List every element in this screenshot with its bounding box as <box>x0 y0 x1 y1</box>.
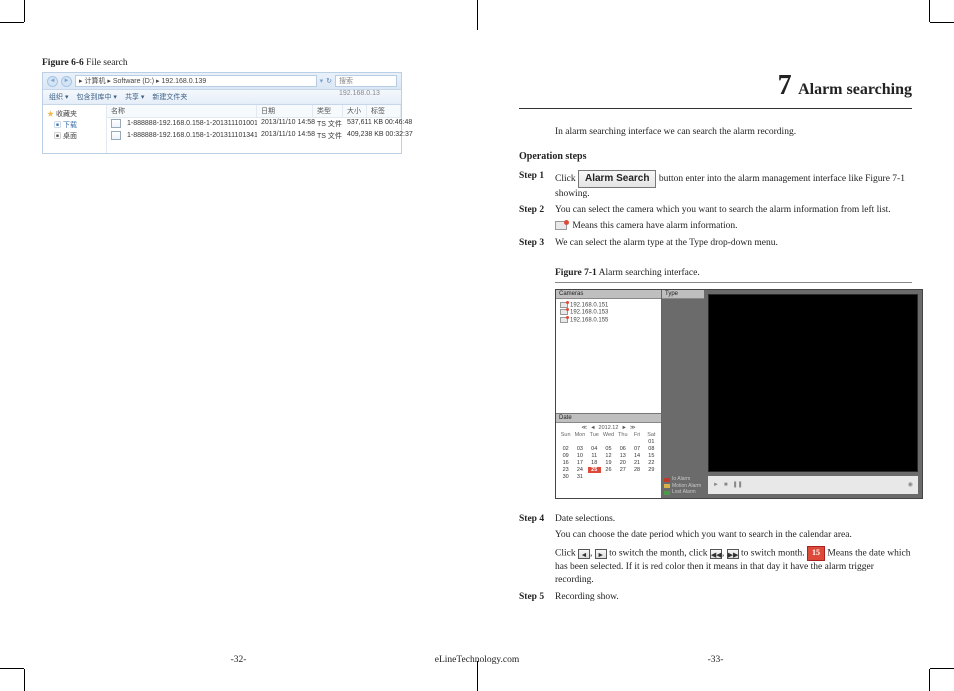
step-2: Step 2 You can select the camera which y… <box>519 204 912 233</box>
file-list-header: 名称 日期 类型 大小 标签 <box>107 105 401 118</box>
date-panel-header: Date <box>556 414 661 423</box>
page-number-right: -33- <box>708 655 724 665</box>
legend-swatch-io <box>664 478 670 482</box>
alarm-interface: Cameras 192.168.0.151 192.168.0.153 192.… <box>555 289 923 499</box>
col-tags[interactable]: 标签 <box>367 105 401 117</box>
playback-controls: ► ■ ❚❚ ◉ <box>708 476 918 494</box>
video-preview <box>708 294 918 472</box>
share-menu[interactable]: 共享 ▾ <box>125 92 144 102</box>
step-4: Step 4 Date selections. You can choose t… <box>519 513 912 587</box>
page-right: 7 Alarm searching In alarm searching int… <box>477 0 954 691</box>
col-name[interactable]: 名称 <box>107 105 257 117</box>
refresh-icon[interactable]: ↻ <box>326 77 332 85</box>
step-3: Step 3 We can select the alarm type at t… <box>519 237 912 250</box>
step-1: Step 1 Click Alarm Search button enter i… <box>519 170 912 200</box>
col-type[interactable]: 类型 <box>313 105 343 117</box>
organize-menu[interactable]: 组织 ▾ <box>49 92 68 102</box>
explorer-sidebar: ★ 收藏夹 ▣ 下载 ▣ 桌面 <box>43 105 107 153</box>
type-panel-header: Type <box>662 290 704 299</box>
file-icon <box>111 119 121 128</box>
heading-rule <box>519 108 912 109</box>
camera-list-header: Cameras <box>556 290 661 299</box>
alarm-search-button[interactable]: Alarm Search <box>578 170 656 188</box>
figure-7-1-caption: Figure 7-1 Alarm searching interface. <box>555 268 912 278</box>
chapter-title: Alarm searching <box>798 81 912 98</box>
selected-date-swatch: 15 <box>807 546 825 561</box>
page-left: Figure 6-6 File search ◄ ► ▸ 计算机 ▸ Softw… <box>0 0 477 691</box>
explorer-nav-bar: ◄ ► ▸ 计算机 ▸ Software (D:) ▸ 192.168.0.13… <box>43 73 401 90</box>
camera-item[interactable]: 192.168.0.153 <box>560 309 657 316</box>
pause-icon[interactable]: ❚❚ <box>733 481 743 488</box>
play-icon[interactable]: ► <box>713 482 719 488</box>
camera-alarm-icon <box>555 221 567 230</box>
chapter-heading: 7 Alarm searching <box>519 70 912 102</box>
cal-prev-month-icon[interactable]: ◄ <box>590 425 595 431</box>
page-number-left: -32- <box>231 655 247 665</box>
figure-6-6-caption: Figure 6-6 File search <box>42 58 435 68</box>
prev-year-icon[interactable]: ◀◀ <box>710 549 722 559</box>
sidebar-downloads[interactable]: ▣ 下载 <box>47 120 102 130</box>
mute-icon[interactable]: ◉ <box>908 481 913 488</box>
step-5: Step 5 Recording show. <box>519 591 912 604</box>
sidebar-desktop[interactable]: ▣ 桌面 <box>47 131 102 141</box>
path-field[interactable]: ▸ 计算机 ▸ Software (D:) ▸ 192.168.0.139 <box>75 75 317 87</box>
file-row[interactable]: 1-888888-192.168.0.158-1-20131110100146.… <box>107 118 401 130</box>
operation-steps-heading: Operation steps <box>519 151 912 162</box>
footer-url: eLineTechnology.com <box>435 655 519 665</box>
calendar: ≪ ◄ 2012.12 ► ≫ SunMonTueWedThuFriSat 01… <box>556 423 661 482</box>
calendar-selected-day[interactable]: 25 <box>588 467 601 473</box>
camera-item[interactable]: 192.168.0.155 <box>560 317 657 324</box>
forward-icon[interactable]: ► <box>61 76 72 87</box>
star-icon: ★ <box>47 111 54 118</box>
sidebar-favorites[interactable]: ★ 收藏夹 <box>47 109 102 119</box>
figure-rule <box>555 282 912 283</box>
new-folder-button[interactable]: 新建文件夹 <box>152 92 187 102</box>
search-field[interactable]: 搜索 192.168.0.13 <box>335 75 397 87</box>
next-month-icon[interactable]: ► <box>595 549 607 559</box>
camera-alarm-icon <box>560 302 568 308</box>
legend-swatch-lost <box>664 491 670 495</box>
cal-next-month-icon[interactable]: ► <box>621 425 626 431</box>
camera-list: 192.168.0.151 192.168.0.153 192.168.0.15… <box>556 299 661 327</box>
cal-prev-year-icon[interactable]: ≪ <box>581 425 587 431</box>
include-menu[interactable]: 包含到库中 ▾ <box>76 92 116 102</box>
chapter-number: 7 <box>778 70 792 101</box>
prev-month-icon[interactable]: ◄ <box>578 549 590 559</box>
file-search-window: ◄ ► ▸ 计算机 ▸ Software (D:) ▸ 192.168.0.13… <box>42 72 402 154</box>
alarm-legend: Io Alarm Motion Alarm Lost Alarm <box>664 476 701 496</box>
camera-item[interactable]: 192.168.0.151 <box>560 302 657 309</box>
col-date[interactable]: 日期 <box>257 105 313 117</box>
file-icon <box>111 131 121 140</box>
stop-icon[interactable]: ■ <box>724 482 728 488</box>
next-year-icon[interactable]: ▶▶ <box>727 549 739 559</box>
legend-swatch-motion <box>664 484 670 488</box>
path-dropdown-icon[interactable]: ▾ <box>320 77 324 85</box>
cal-month-label: 2012.12 <box>599 425 619 431</box>
intro-text: In alarm searching interface we can sear… <box>555 127 912 137</box>
camera-alarm-icon <box>560 317 568 323</box>
col-size[interactable]: 大小 <box>343 105 367 117</box>
file-row[interactable]: 1-888888-192.168.0.158-1-20131110134143.… <box>107 130 401 142</box>
back-icon[interactable]: ◄ <box>47 76 58 87</box>
camera-alarm-icon <box>560 309 568 315</box>
cal-next-year-icon[interactable]: ≫ <box>630 425 636 431</box>
